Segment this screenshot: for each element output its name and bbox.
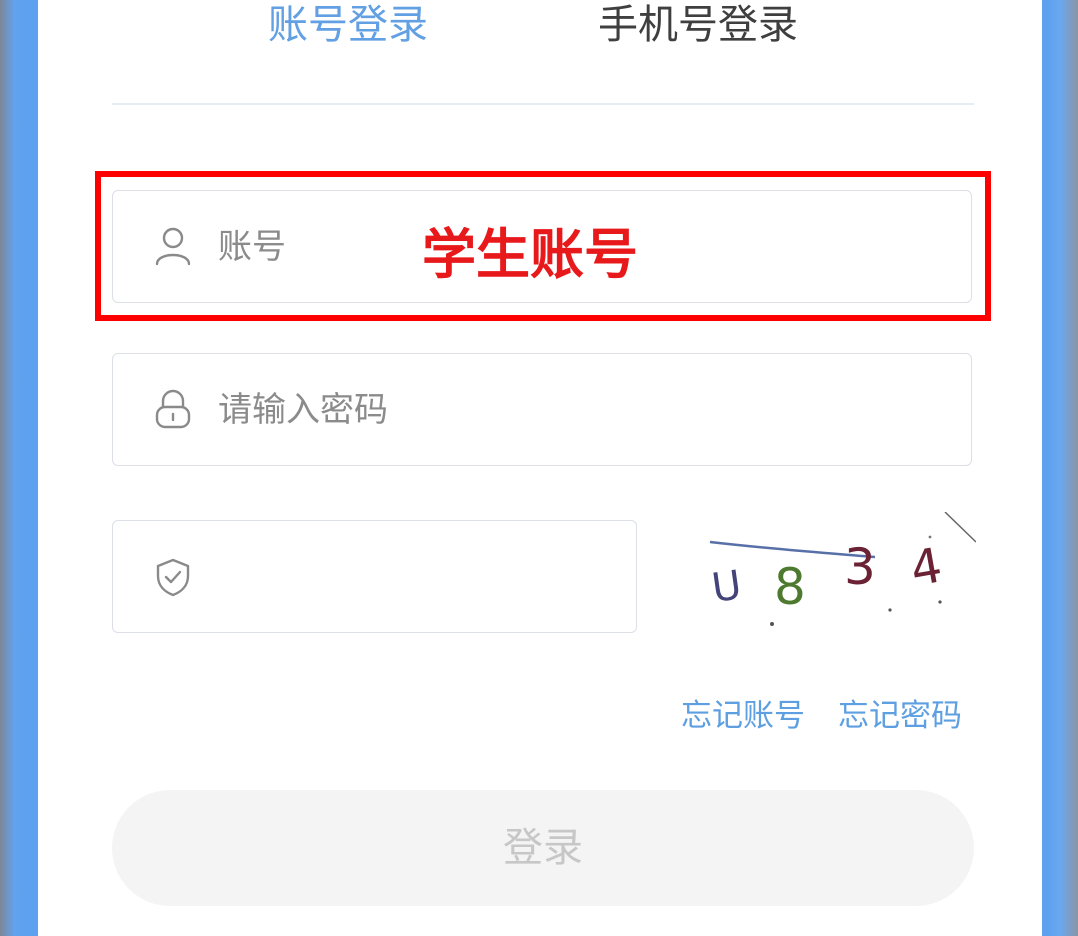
captcha-image[interactable]: U 8 3 4 (700, 511, 977, 634)
svg-text:U: U (709, 562, 744, 612)
shield-check-icon (153, 556, 193, 598)
tab-divider (112, 103, 974, 105)
password-input[interactable] (218, 354, 946, 465)
window-frame-left (0, 0, 24, 936)
window-frame-right (1048, 0, 1078, 936)
forgot-account-link[interactable]: 忘记账号 (681, 690, 805, 735)
tab-account-login[interactable]: 账号登录 (268, 0, 428, 50)
svg-text:4: 4 (906, 537, 946, 597)
captcha-field[interactable] (112, 520, 637, 633)
annotation-label: 学生账号 (422, 222, 638, 286)
tab-phone-login[interactable]: 手机号登录 (598, 0, 798, 50)
svg-text:3: 3 (844, 538, 876, 596)
login-button[interactable]: 登录 (112, 790, 974, 906)
svg-text:8: 8 (774, 558, 806, 616)
forgot-password-link[interactable]: 忘记密码 (838, 690, 962, 735)
captcha-input[interactable] (218, 521, 611, 632)
lock-icon (153, 389, 193, 431)
password-field[interactable] (112, 353, 972, 466)
